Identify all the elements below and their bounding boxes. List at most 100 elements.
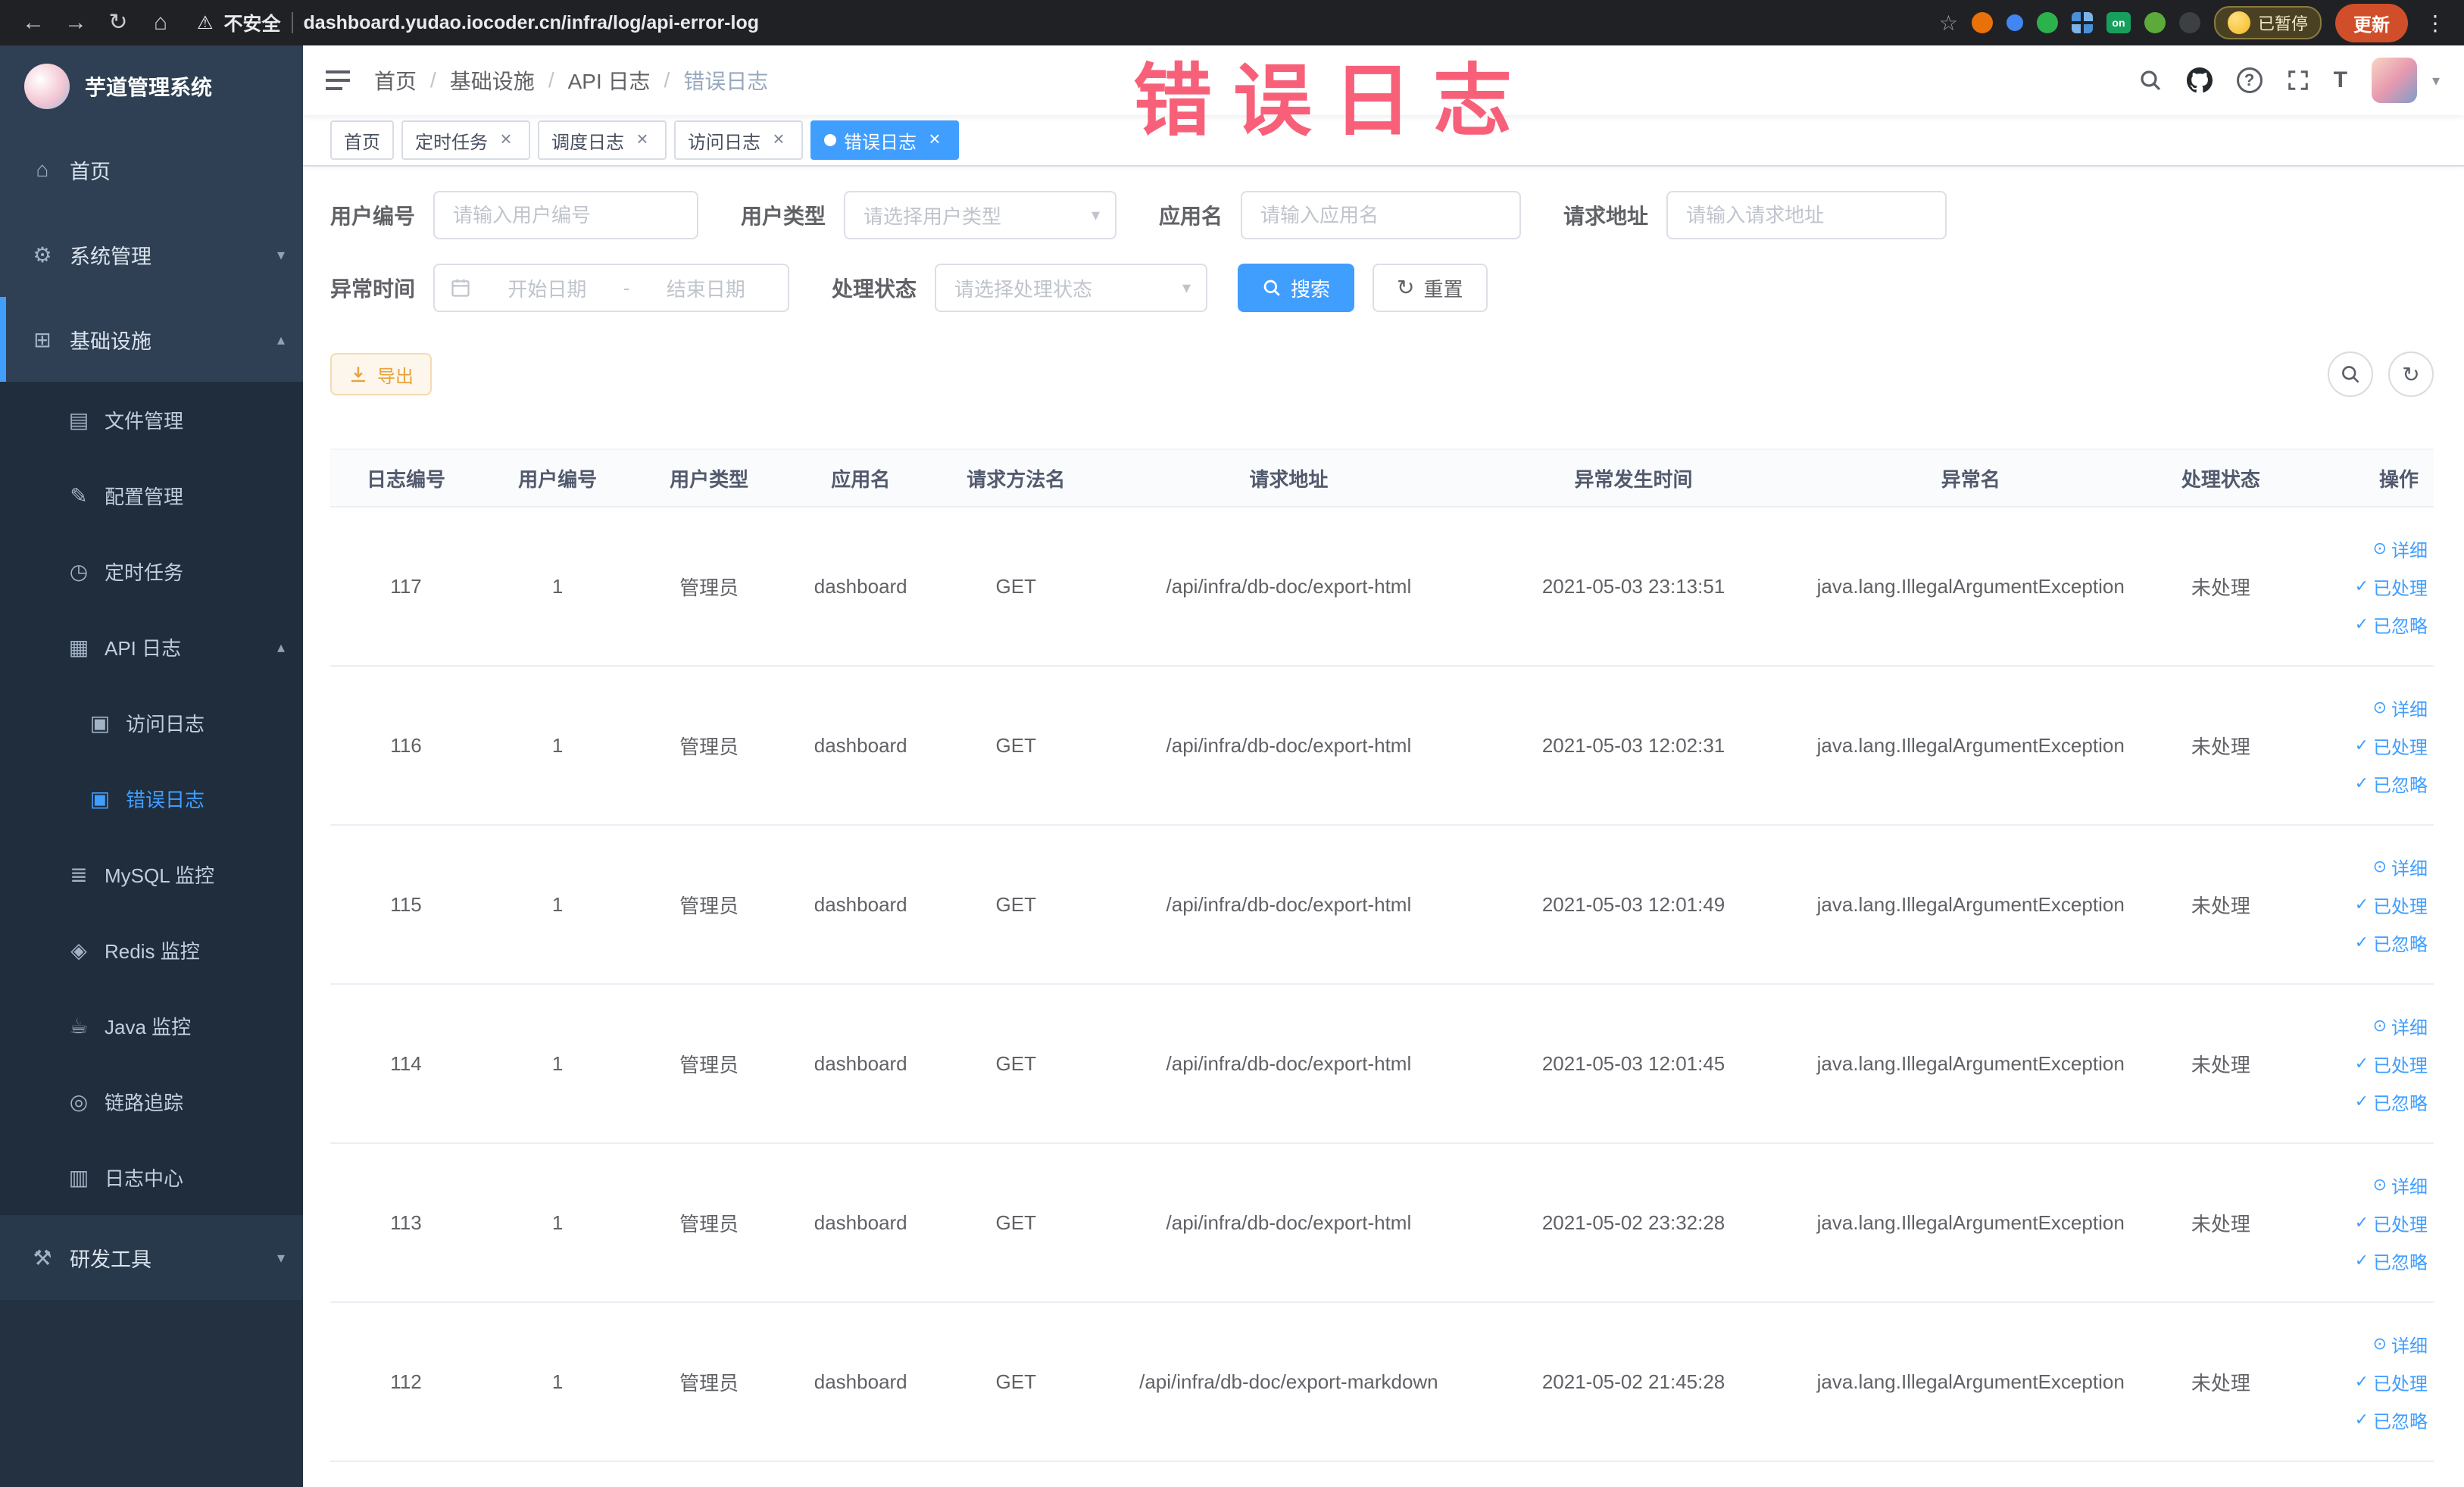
extension-icon-leaf[interactable] (2144, 12, 2166, 33)
extension-icon-blue[interactable] (2006, 14, 2023, 31)
browser-menu-kebab-icon[interactable]: ⋮ (2422, 11, 2449, 36)
sidebar-item-access-log[interactable]: ▣ 访问日志 (0, 685, 303, 761)
browser-reload-button[interactable]: ↻ (100, 0, 136, 45)
sidebar-item-scheduled-jobs[interactable]: ◷ 定时任务 (0, 533, 303, 609)
grid-icon: ⊞ (33, 327, 52, 351)
help-icon[interactable]: ? (2236, 67, 2263, 93)
not-secure-label: 不安全 (223, 14, 281, 35)
cell-app-name: dashboard (785, 1302, 937, 1462)
tab-dispatch-log[interactable]: 调度日志 × (538, 120, 667, 160)
extension-icon-paw[interactable] (2178, 12, 2200, 33)
check-icon: ✓ (2354, 1251, 2369, 1270)
mark-processed-link[interactable]: ✓ 已处理 (2294, 567, 2428, 605)
close-icon[interactable]: × (632, 129, 653, 151)
user-id-input[interactable] (433, 191, 699, 239)
mark-ignored-link[interactable]: ✓ 已忽略 (2294, 605, 2428, 643)
fullscreen-icon[interactable] (2287, 69, 2309, 92)
detail-link[interactable]: ⊙ 详细 (2294, 530, 2428, 567)
check-icon: ✓ (2354, 736, 2369, 754)
sidebar-item-redis-monitor[interactable]: ◈ Redis 监控 (0, 912, 303, 988)
github-icon[interactable] (2186, 67, 2213, 93)
sidebar-item-mysql-monitor[interactable]: ≣ MySQL 监控 (0, 836, 303, 912)
breadcrumb-home[interactable]: 首页 (374, 65, 417, 95)
reset-button[interactable]: ↻ 重置 (1373, 264, 1488, 312)
detail-link[interactable]: ⊙ 详细 (2294, 1325, 2428, 1363)
detail-link[interactable]: ⊙ 详细 (2294, 1166, 2428, 1204)
browser-home-button[interactable]: ⌂ (142, 0, 179, 45)
mark-ignored-link[interactable]: ✓ 已忽略 (2294, 1242, 2428, 1279)
detail-link[interactable]: ⊙ 详细 (2294, 848, 2428, 886)
sidebar: 芋道管理系统 ⌂ 首页 ⚙ 系统管理 ▾ ⊞ 基础设施 ▴ ▤ 文件管理 ✎ 配… (0, 45, 303, 1487)
search-icon[interactable] (2138, 68, 2163, 92)
log-center-icon: ▥ (68, 1165, 89, 1189)
mark-ignored-link[interactable]: ✓ 已忽略 (2294, 1401, 2428, 1439)
end-date-placeholder: 结束日期 (666, 277, 745, 301)
user-type-label: 用户类型 (741, 205, 826, 228)
search-button[interactable]: 搜索 (1238, 264, 1355, 312)
mark-processed-link[interactable]: ✓ 已处理 (2294, 1204, 2428, 1242)
detail-link[interactable]: ⊙ 详细 (2294, 1007, 2428, 1045)
app-shell: 芋道管理系统 ⌂ 首页 ⚙ 系统管理 ▾ ⊞ 基础设施 ▴ ▤ 文件管理 ✎ 配… (0, 45, 2464, 1487)
sidebar-item-file-management[interactable]: ▤ 文件管理 (0, 382, 303, 458)
cell-exception-time: 2021-05-03 23:13:51 (1482, 507, 1785, 667)
sidebar-item-system-management[interactable]: ⚙ 系统管理 ▾ (0, 212, 303, 297)
table-row: 117 1 管理员 dashboard GET /api/infra/db-do… (330, 507, 2434, 667)
exception-time-range-picker[interactable]: 开始日期 - 结束日期 (433, 264, 790, 312)
extension-icon-green[interactable] (2036, 12, 2058, 33)
close-icon[interactable]: × (768, 129, 789, 151)
mark-processed-link[interactable]: ✓ 已处理 (2294, 1045, 2428, 1082)
user-avatar[interactable] (2371, 58, 2417, 103)
extension-icon-grid[interactable] (2071, 12, 2093, 33)
browser-update-button[interactable]: 更新 (2335, 3, 2408, 42)
bookmark-star-icon[interactable]: ☆ (1939, 11, 1958, 36)
start-date-placeholder: 开始日期 (507, 277, 587, 301)
refresh-table-button[interactable]: ↻ (2388, 351, 2434, 397)
toggle-search-button[interactable] (2328, 351, 2373, 397)
column-header-method: 请求方法名 (936, 448, 1096, 508)
mark-processed-link[interactable]: ✓ 已处理 (2294, 726, 2428, 764)
exception-time-label: 异常时间 (330, 277, 416, 301)
sidebar-item-trace[interactable]: ◎ 链路追踪 (0, 1064, 303, 1139)
sidebar-item-infrastructure[interactable]: ⊞ 基础设施 ▴ (0, 297, 303, 382)
tab-access-log[interactable]: 访问日志 × (674, 120, 803, 160)
tab-scheduled-jobs[interactable]: 定时任务 × (401, 120, 530, 160)
mark-processed-link[interactable]: ✓ 已处理 (2294, 1363, 2428, 1401)
browser-back-button[interactable]: ← (15, 0, 52, 45)
export-button[interactable]: 导出 (330, 353, 432, 395)
extension-icon-on[interactable]: on (2106, 12, 2131, 33)
app-logo[interactable]: 芋道管理系统 (0, 45, 303, 127)
user-type-select[interactable]: 请选择用户类型 ▾ (844, 191, 1117, 239)
mark-ignored-link[interactable]: ✓ 已忽略 (2294, 1082, 2428, 1120)
download-icon (351, 367, 365, 383)
smiley-extension-icon (2227, 11, 2250, 34)
process-status-select[interactable]: 请选择处理状态 ▾ (935, 264, 1208, 312)
sidebar-item-home[interactable]: ⌂ 首页 (0, 127, 303, 212)
chevron-up-icon: ▴ (276, 331, 285, 348)
tab-home[interactable]: 首页 (330, 120, 394, 160)
mark-ignored-link[interactable]: ✓ 已忽略 (2294, 764, 2428, 802)
check-icon: ✓ (2354, 895, 2369, 914)
close-icon[interactable]: × (495, 129, 517, 151)
sidebar-item-java-monitor[interactable]: ☕ Java 监控 (0, 988, 303, 1064)
font-size-icon[interactable]: T (2334, 67, 2347, 93)
sidebar-toggle-hamburger-icon[interactable] (326, 70, 350, 90)
app-name-input[interactable] (1241, 191, 1522, 239)
detail-link[interactable]: ⊙ 详细 (2294, 689, 2428, 726)
sidebar-item-api-log[interactable]: ▦ API 日志 ▴ (0, 609, 303, 685)
extension-icon-orange[interactable] (1971, 12, 1993, 33)
mark-ignored-link[interactable]: ✓ 已忽略 (2294, 923, 2428, 961)
table-row: 114 1 管理员 dashboard GET /api/infra/db-do… (330, 984, 2434, 1144)
user-menu-caret-icon[interactable]: ▾ (2432, 71, 2440, 90)
address-bar[interactable]: ⚠ 不安全 dashboard.yudao.iocoder.cn/infra/l… (197, 9, 759, 36)
request-url-input[interactable] (1666, 191, 1947, 239)
sidebar-item-log-center[interactable]: ▥ 日志中心 (0, 1139, 303, 1215)
mark-processed-link[interactable]: ✓ 已处理 (2294, 886, 2428, 923)
sidebar-item-config-management[interactable]: ✎ 配置管理 (0, 458, 303, 533)
browser-forward-button[interactable]: → (58, 0, 94, 45)
close-icon[interactable]: × (924, 129, 945, 151)
sidebar-item-error-log[interactable]: ▣ 错误日志 (0, 761, 303, 836)
tab-error-log[interactable]: 错误日志 × (810, 120, 959, 160)
sidebar-item-dev-tools[interactable]: ⚒ 研发工具 ▾ (0, 1215, 303, 1300)
extension-paused-badge[interactable]: 已暂停 (2213, 6, 2322, 39)
access-log-icon: ▣ (89, 711, 111, 735)
